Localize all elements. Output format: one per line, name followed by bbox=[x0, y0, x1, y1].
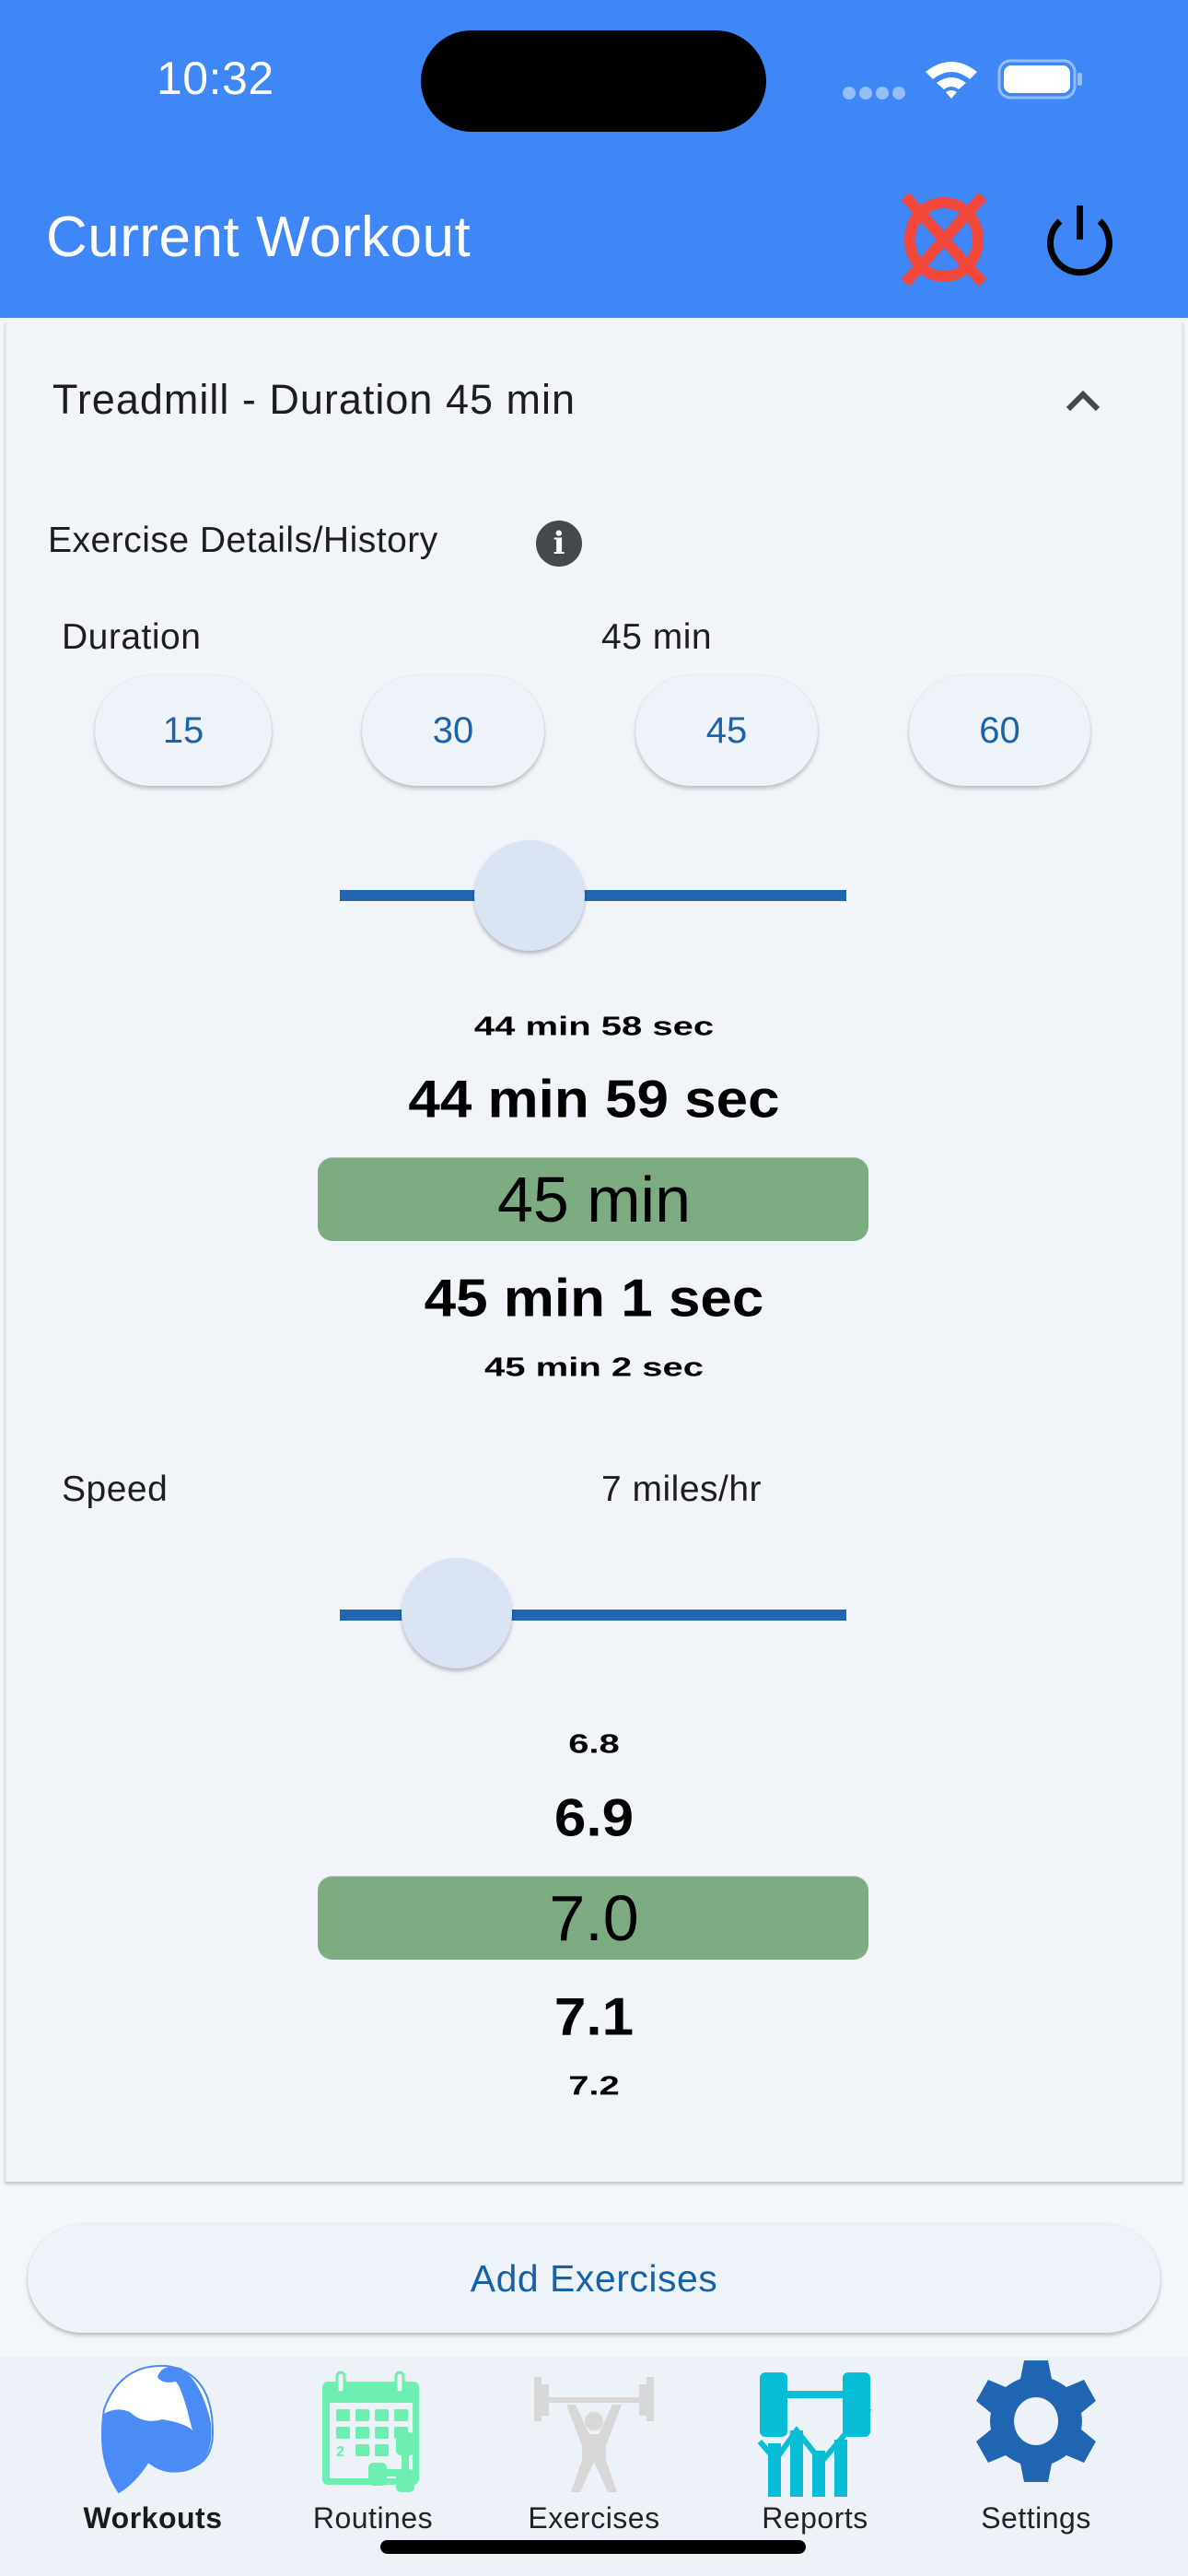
status-time: 10:32 bbox=[157, 53, 274, 104]
duration-45-button[interactable]: 45 bbox=[635, 675, 818, 786]
duration-picker-selected-item[interactable]: 45 min bbox=[276, 1163, 912, 1236]
duration-picker-item[interactable]: 44 min 59 sec bbox=[276, 1070, 912, 1130]
wifi-icon bbox=[926, 62, 977, 99]
exercise-details-history-label: Exercise Details/History bbox=[48, 521, 438, 560]
exercise-title[interactable]: Treadmill - Duration 45 min bbox=[52, 376, 576, 424]
speed-slider-thumb[interactable] bbox=[401, 1558, 512, 1669]
nav-label: Routines bbox=[312, 2501, 434, 2535]
cancel-circle-x-icon bbox=[901, 193, 987, 287]
nav-item-routines[interactable]: 2 Routines bbox=[281, 2359, 465, 2543]
nav-item-workouts[interactable]: Workouts bbox=[61, 2359, 245, 2543]
nav-item-exercises[interactable]: Exercises bbox=[502, 2359, 686, 2543]
home-indicator bbox=[380, 2540, 806, 2554]
weightlifter-icon bbox=[534, 2377, 654, 2492]
nav-item-reports[interactable]: Reports bbox=[723, 2359, 907, 2543]
speed-label: Speed bbox=[62, 1469, 169, 1509]
duration-picker-item[interactable]: 44 min 58 sec bbox=[276, 1012, 912, 1041]
nav-label: Workouts bbox=[83, 2501, 223, 2535]
battery-icon bbox=[997, 59, 1082, 100]
end-workout-button[interactable] bbox=[1036, 198, 1124, 286]
info-icon[interactable]: i bbox=[536, 521, 582, 567]
svg-text:2: 2 bbox=[336, 2444, 344, 2460]
dynamic-island bbox=[421, 30, 766, 132]
duration-60-button[interactable]: 60 bbox=[909, 675, 1090, 786]
duration-picker-item[interactable]: 45 min 2 sec bbox=[276, 1352, 912, 1382]
calendar-dumbbell-icon: 2 bbox=[322, 2371, 419, 2492]
flexed-bicep-icon bbox=[101, 2364, 215, 2494]
duration-picker-item[interactable]: 45 min 1 sec bbox=[276, 1269, 912, 1329]
duration-15-button[interactable]: 15 bbox=[95, 675, 272, 786]
chevron-up-icon bbox=[1066, 390, 1101, 412]
nav-label: Reports bbox=[762, 2501, 868, 2535]
duration-slider-thumb[interactable] bbox=[474, 840, 586, 951]
dumbbell-chart-icon bbox=[757, 2372, 871, 2497]
speed-picker-selected-item[interactable]: 7.0 bbox=[276, 1881, 912, 1955]
nav-item-settings[interactable]: Settings bbox=[944, 2359, 1128, 2543]
cellular-signal-icon bbox=[843, 87, 935, 101]
speed-value: 7 miles/hr bbox=[601, 1469, 763, 1509]
duration-30-button[interactable]: 30 bbox=[362, 675, 544, 786]
nav-label: Settings bbox=[981, 2501, 1091, 2535]
nav-label: Exercises bbox=[528, 2501, 660, 2535]
page-title: Current Workout bbox=[46, 205, 472, 269]
cancel-workout-button[interactable] bbox=[898, 189, 990, 290]
speed-picker-item[interactable]: 7.2 bbox=[276, 2071, 912, 2101]
speed-picker-item[interactable]: 7.1 bbox=[276, 1987, 912, 2047]
gear-icon bbox=[976, 2360, 1096, 2482]
duration-value: 45 min bbox=[601, 617, 713, 657]
add-exercises-button[interactable]: Add Exercises bbox=[28, 2224, 1160, 2333]
collapse-button[interactable] bbox=[1059, 378, 1107, 426]
speed-picker-item[interactable]: 6.8 bbox=[276, 1729, 912, 1759]
power-icon bbox=[1047, 205, 1112, 276]
duration-label: Duration bbox=[62, 617, 202, 657]
duration-slider-track[interactable] bbox=[340, 890, 846, 901]
speed-picker-item[interactable]: 6.9 bbox=[276, 1788, 912, 1848]
